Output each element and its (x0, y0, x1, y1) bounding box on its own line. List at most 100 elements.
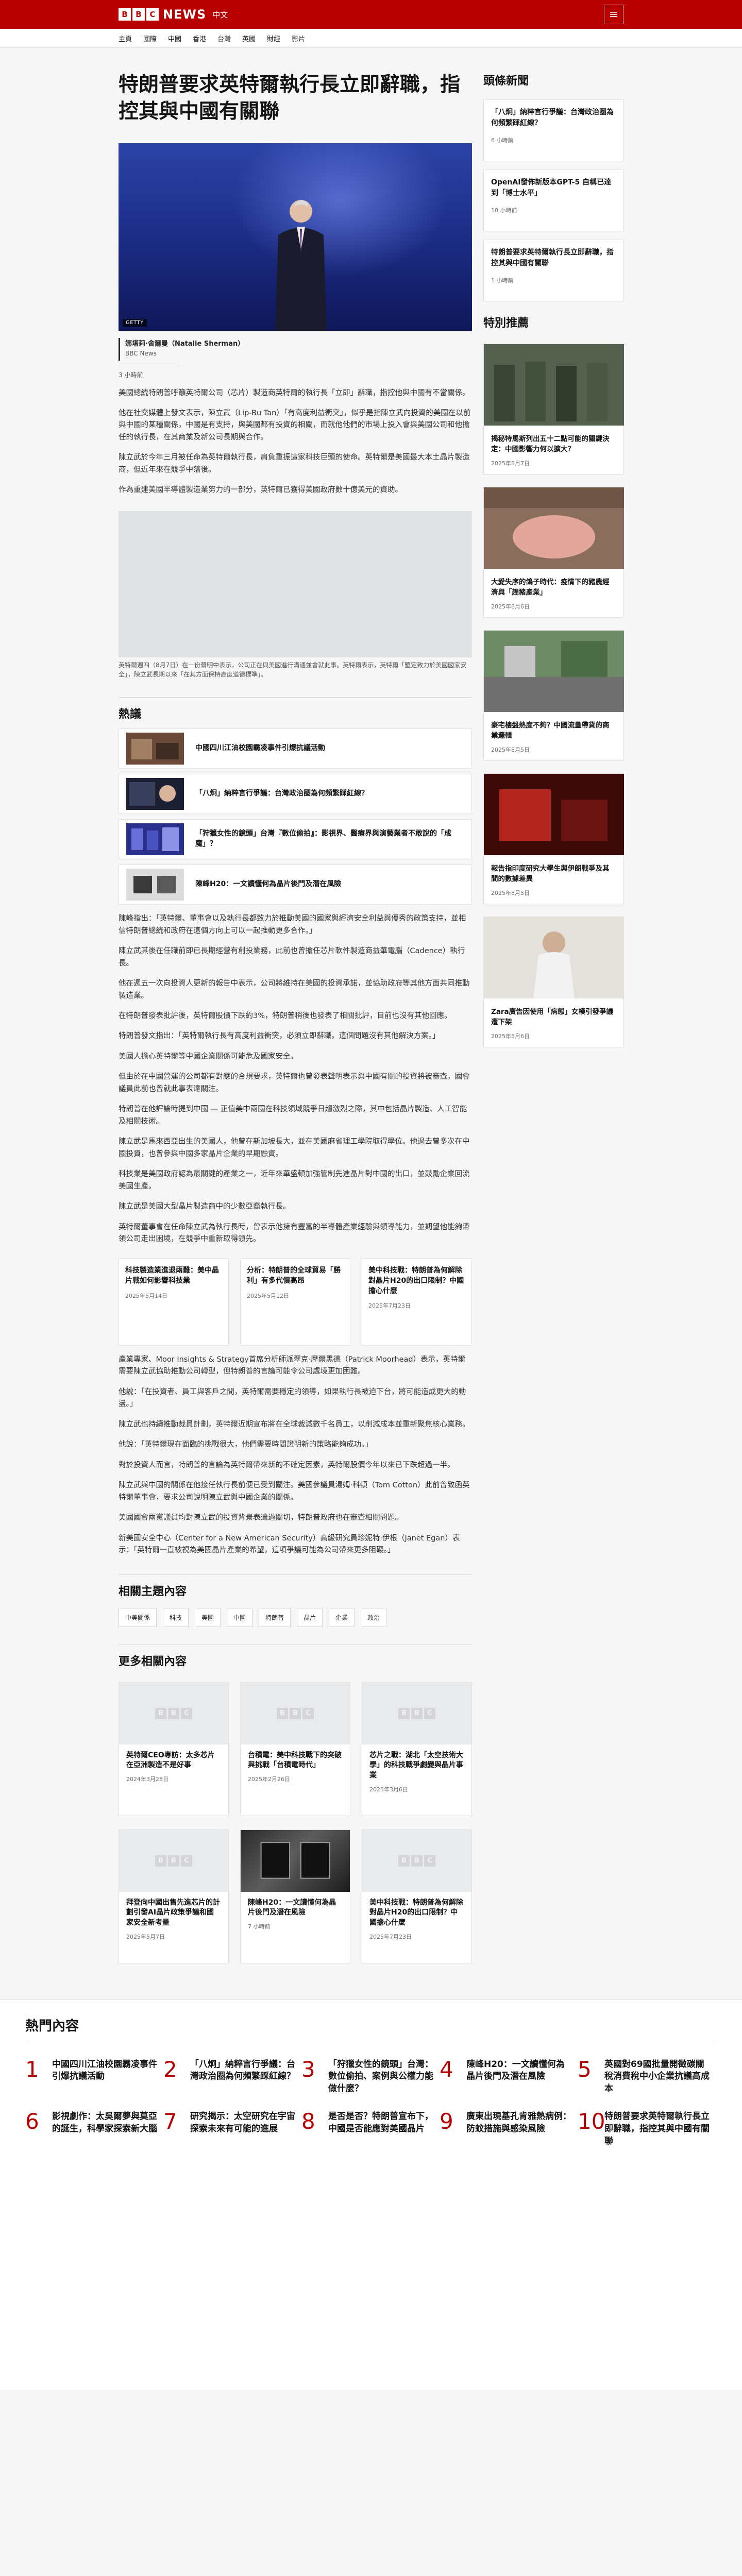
rank-number: 8 (301, 2108, 315, 2134)
most-read-title: 熱門內容 (25, 2015, 717, 2043)
feature-image (484, 487, 624, 569)
more-stories: BBC 英特爾CEO專訪：太多芯片在亞洲製造不是好事 2024年3月28日 BBC… (119, 1682, 472, 1963)
topic-chip[interactable]: 晶片 (297, 1607, 323, 1627)
feature-date: 2025年8月6日 (491, 603, 530, 610)
thumbnail (126, 733, 184, 765)
features-title: 特別推薦 (483, 317, 529, 330)
more-card[interactable]: BBC 芯片之戰：湖北「太空技術大學」的科技戰爭劇變與晶片事業 2025年3月6日 (362, 1682, 472, 1816)
top-news-item[interactable]: 特朗普要求英特爾執行長立即辭職，指控其與中國有關聯 1 小時前 (483, 240, 623, 301)
feature-card[interactable]: 豪宅樓盤熱度不夠？中國流量帶貨的商業邏輯 2025年8月5日 (483, 630, 624, 761)
more-card-title: 台積電：美中科技戰下的突破與挑戰「台積電時代」 (248, 1751, 342, 1770)
top-news-title: 頭條新聞 (483, 75, 529, 88)
topic-chip[interactable]: 中美關係 (119, 1607, 157, 1627)
top-news-headline: 「八炯」納粹言行爭議：台灣政治圈為何頻繁踩紅線？ (491, 108, 614, 127)
paragraph: 在特朗普發表批評後，英特爾股價下跌約3%，特朗普稍後也發表了相關批評，目前也沒有… (119, 1011, 452, 1020)
feature-image (484, 344, 624, 426)
topic-chip[interactable]: 企業 (329, 1607, 355, 1627)
rank-number: 3 (301, 2056, 315, 2082)
top-bar: B B C NEWS 中文 (0, 0, 742, 29)
nav-china[interactable]: 中國 (168, 33, 181, 43)
topic-chip[interactable]: 特朗普 (259, 1607, 291, 1627)
rank-number: 5 (578, 2056, 592, 2082)
most-read-item[interactable]: 8 是否是否？特朗普宣布下，中國是否能應對美國晶片 (301, 2108, 440, 2147)
trending-item[interactable]: 「狩獵女性的鏡頭」台灣『數位偷拍』：影視界、醫療界與演藝業者不敢說的「成魔」？ (119, 819, 472, 860)
feature-card[interactable]: 大愛失序的鴿子時代：疫情下的豬農經濟與「趕豬產業」 2025年8月6日 (483, 487, 624, 618)
most-read-item[interactable]: 4 陳峰H20：一文讀懂何為晶片後門及潛在風險 (440, 2056, 578, 2095)
more-card-date: 2025年5月7日 (126, 1934, 165, 1941)
top-news-item[interactable]: 「八炯」納粹言行爭議：台灣政治圈為何頻繁踩紅線？ 6 小時前 (483, 99, 623, 161)
rank-number: 4 (440, 2056, 453, 2082)
related-card[interactable]: 分析：特朗普的全球貿易「勝利」有多代價高昂 2025年5月12日 (240, 1258, 350, 1346)
related-title: 分析：特朗普的全球貿易「勝利」有多代價高昂 (247, 1266, 341, 1285)
most-read-item[interactable]: 7 研究揭示：太空研究在宇宙探索未來有可能的進展 (163, 2108, 301, 2147)
rank-number: 6 (25, 2108, 39, 2134)
top-news-item[interactable]: OpenAI發佈新版本GPT-5 自稱已達到「博士水平」 10 小時前 (483, 170, 623, 231)
bbc-news-logo[interactable]: B B C NEWS 中文 (119, 7, 228, 22)
most-read-item[interactable]: 6 影視劇作：太吳爾夢與莫亞的誕生，科學家探索新大腦 (25, 2108, 163, 2147)
most-read-text: 是否是否？特朗普宣布下，中國是否能應對美國晶片 (328, 2111, 433, 2134)
nav-video[interactable]: 影片 (292, 33, 305, 43)
most-read-item[interactable]: 3 「狩獵女性的鏡頭」台灣：數位偷拍、案例與公權力能做什麼？ (301, 2056, 440, 2095)
paragraph: 陳立武於今年三月被任命為英特爾執行長，肩負重振這家科技巨頭的使命。英特爾是美國最… (119, 453, 470, 474)
feature-card[interactable]: Zara廣告因使用「病態」女模引發爭議遭下架 2025年8月6日 (483, 917, 624, 1047)
related-card[interactable]: 科技製造業進退兩難：美中晶片戰如何影響科技業 2025年5月14日 (119, 1258, 229, 1346)
features-list: 揭秘特馬斯列出五十二點可能的關鍵決定：中國影響力何以擴大？ 2025年8月7日 大… (483, 344, 624, 1047)
nav-taiwan[interactable]: 台灣 (217, 33, 231, 43)
article: 特朗普要求英特爾執行長立即辭職，指控其與中國有關聯 GETTY 娜塔莉·舍爾曼（… (119, 59, 472, 1963)
more-card[interactable]: BBC 台積電：美中科技戰下的突破與挑戰「台積電時代」 2025年2月26日 (240, 1682, 350, 1816)
paragraph: 他在社交媒體上發文表示，陳立武（Lip-Bu Tan）「有高度利益衝突」，似乎是… (119, 409, 471, 442)
bbc-block: C (146, 8, 159, 21)
trending-item[interactable]: 「八炯」納粹言行爭議：台灣政治圈為何頻繁踩紅線？ (119, 774, 472, 815)
topic-chip[interactable]: 中國 (227, 1607, 253, 1627)
trending-item[interactable]: 陳峰H20：一文讀懂何為晶片後門及潛在風險 (119, 865, 472, 905)
media-caption: 英特爾週四（8月7日）在一份聲明中表示，公司正在與美國進行溝通並會就此事。英特爾… (119, 661, 467, 679)
feature-card[interactable]: 報告指印度研究大學生與伊朗戰爭及其間的數據差異 2025年8月5日 (483, 773, 624, 904)
trending-item[interactable]: 中國四川江油校園霸凌事件引爆抗議活動 (119, 728, 472, 769)
rank-number: 2 (163, 2056, 177, 2082)
most-read-item[interactable]: 1 中國四川江油校園霸凌事件引爆抗議活動 (25, 2058, 163, 2095)
related-card[interactable]: 美中科技戰：特朗普為何解除對晶片H20的出口限制？中國擔心什麼 2025年7月2… (362, 1258, 472, 1346)
most-read-item[interactable]: 9 廣東出現基孔肯雅熱病例：防蚊措施與感染風險 (440, 2110, 578, 2147)
nav-hongkong[interactable]: 香港 (193, 33, 206, 43)
topic-chip[interactable]: 科技 (163, 1607, 189, 1627)
more-card[interactable]: BBC 美中科技戰：特朗普為何解除對晶片H20的出口限制？中國擔心什麼 2025年… (362, 1829, 472, 1963)
more-card-title: 美中科技戰：特朗普為何解除對晶片H20的出口限制？中國擔心什麼 (369, 1898, 463, 1927)
rank-number: 10 (578, 2108, 605, 2134)
speaker-figure (275, 199, 327, 331)
brand-language: 中文 (212, 10, 228, 20)
embedded-media[interactable] (119, 511, 472, 657)
rank-number: 7 (163, 2108, 177, 2134)
most-read-text: 「狩獵女性的鏡頭」台灣：數位偷拍、案例與公權力能做什麼？ (328, 2059, 433, 2094)
more-card[interactable]: BBC 拜登向中國出售先進芯片的計劃引發AI晶片政策爭議和國家安全新考量 2025… (119, 1829, 229, 1963)
hero-image: GETTY (119, 143, 472, 331)
paragraph: 但由於在中國營運的公司都有對應的合規要求，英特爾也曾發表聲明表示與中國有關的投資… (119, 1073, 470, 1093)
trending-text: 「狩獵女性的鏡頭」台灣『數位偷拍』：影視界、醫療界與演藝業者不敢說的「成魔」？ (195, 829, 451, 849)
paragraph: 美國國會兩黨議員均對陳立武的投資背景表達過關切，特朗普政府也在審查相關問題。 (119, 1514, 402, 1522)
feature-card[interactable]: 揭秘特馬斯列出五十二點可能的關鍵決定：中國影響力何以擴大？ 2025年8月7日 (483, 344, 624, 474)
nav-world[interactable]: 國際 (143, 33, 157, 43)
most-read-item[interactable]: 2 「八炯」納粹言行爭議：台灣政治圈為何頻繁踩紅線？ (163, 2056, 301, 2095)
topic-chip[interactable]: 美國 (195, 1607, 221, 1627)
more-card[interactable]: 陳峰H20：一文讀懂何為晶片後門及潛在風險 7 小時前 (240, 1829, 350, 1963)
related-title: 美中科技戰：特朗普為何解除對晶片H20的出口限制？中國擔心什麼 (368, 1266, 464, 1295)
menu-button[interactable] (604, 5, 623, 24)
nav-business[interactable]: 財經 (267, 33, 280, 43)
more-card-title: 芯片之戰：湖北「太空技術大學」的科技戰爭劇變與晶片事業 (369, 1751, 463, 1780)
most-read-text: 英國對69國批量開徵碳關稅消費稅中小企業抗議高成本 (604, 2059, 710, 2094)
topic-chip[interactable]: 政治 (361, 1607, 387, 1627)
feature-title: Zara廣告因使用「病態」女模引發爭議遭下架 (491, 1008, 614, 1027)
bbc-block: B (119, 8, 131, 21)
bbc-block: B (132, 8, 145, 21)
most-read-text: 影視劇作：太吳爾夢與莫亞的誕生，科學家探索新大腦 (52, 2111, 157, 2134)
nav-uk[interactable]: 英國 (242, 33, 256, 43)
related-date: 2025年5月12日 (247, 1292, 289, 1299)
more-card-date: 2025年2月26日 (248, 1776, 290, 1783)
related-stories: 科技製造業進退兩難：美中晶片戰如何影響科技業 2025年5月14日 分析：特朗普… (119, 1258, 472, 1346)
nav-home[interactable]: 主頁 (119, 33, 132, 43)
most-read-item[interactable]: 5 英國對69國批量開徵碳關稅消費稅中小企業抗議高成本 (578, 2056, 716, 2095)
more-card[interactable]: BBC 英特爾CEO專訪：太多芯片在亞洲製造不是好事 2024年3月28日 (119, 1682, 229, 1816)
most-read-text: 「八炯」納粹言行爭議：台灣政治圈為何頻繁踩紅線？ (190, 2059, 295, 2082)
paragraph: 特朗普在他評論時提到中國 — 正值美中兩國在科技領域競爭日趨激烈之際，其中包括晶… (119, 1105, 467, 1126)
paragraph: 科技業是美國政府認為最關鍵的產業之一，近年來華盛頓加強管制先進晶片對中國的出口，… (119, 1170, 470, 1191)
most-read-item[interactable]: 10 特朗普要求英特爾執行長立即辭職，指控其與中國有關聯 (578, 2108, 716, 2147)
